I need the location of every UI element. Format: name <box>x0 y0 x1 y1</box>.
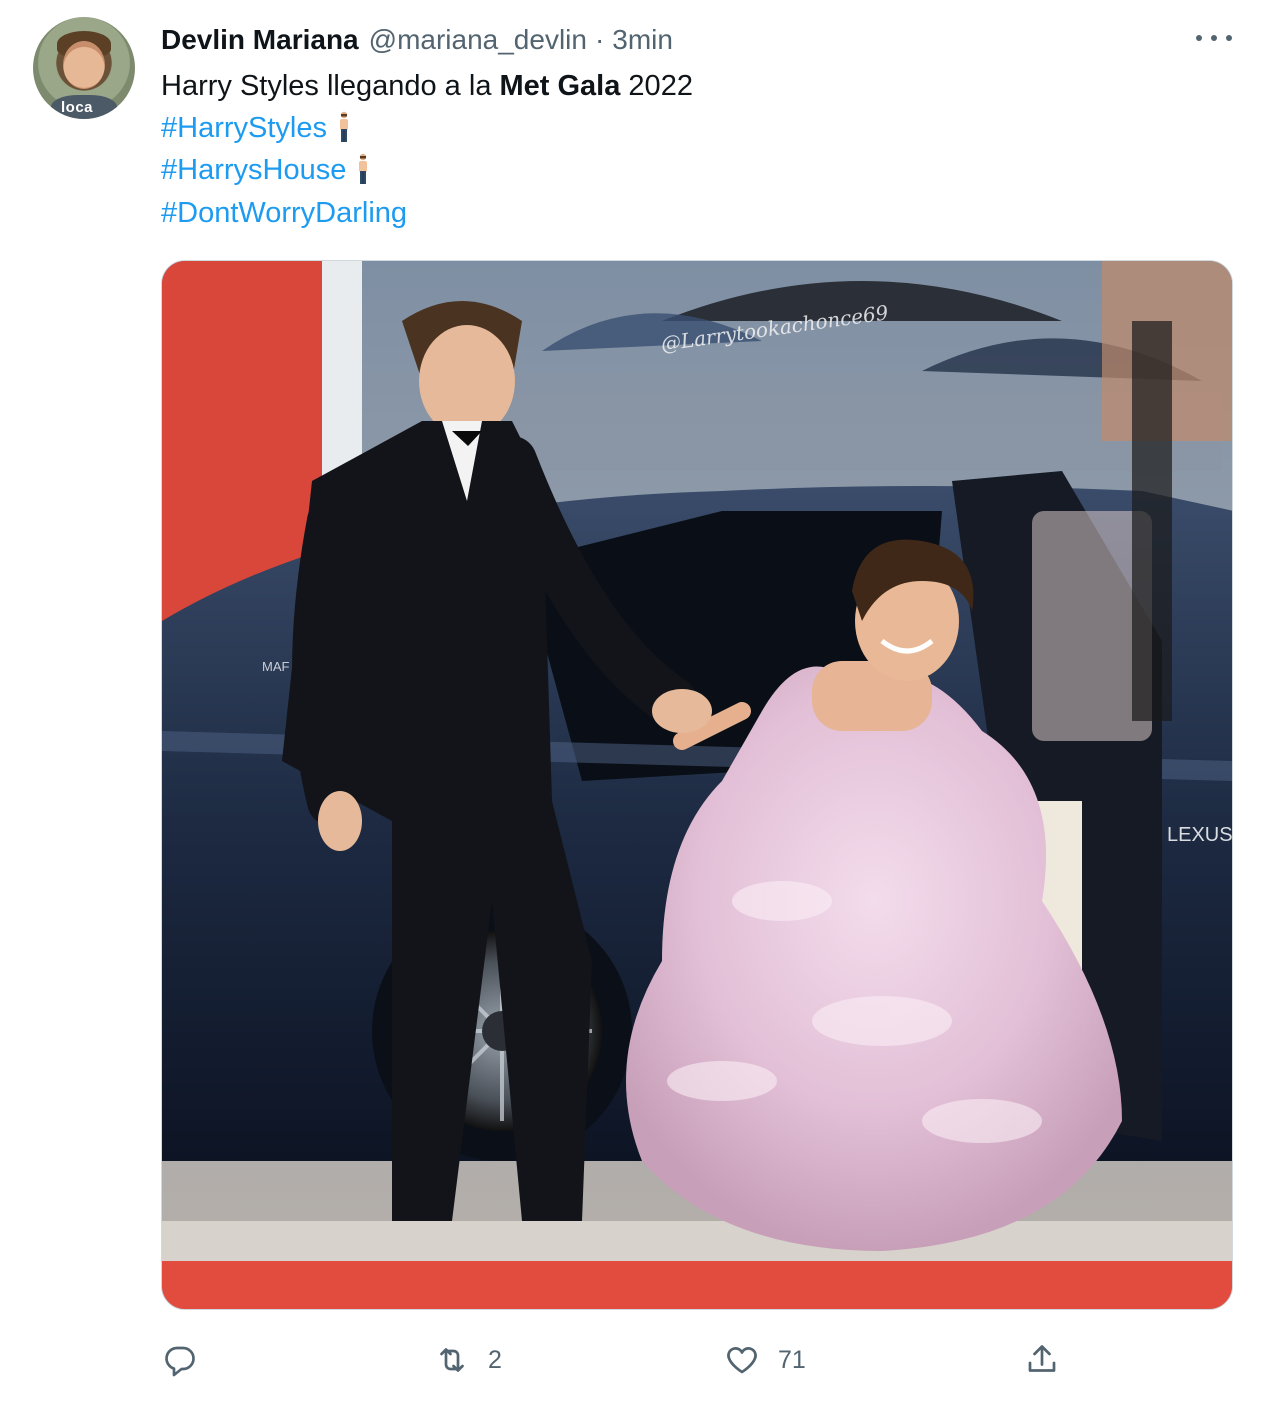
retweet-button[interactable]: 2 <box>434 1336 502 1384</box>
photo-illustration: LEXUS MAF @Larrytookachonce69 <box>162 261 1233 1309</box>
more-dot <box>1211 35 1217 41</box>
more-dot <box>1196 35 1202 41</box>
hashtag-line: #HarrysHouse <box>161 150 370 190</box>
retweet-count: 2 <box>488 1345 502 1374</box>
tweet-text-bold: Met Gala <box>499 70 621 102</box>
separator-dot: · <box>594 24 605 55</box>
share-icon <box>1028 1345 1056 1372</box>
car-brand-right: LEXUS <box>1167 824 1233 846</box>
author-handle[interactable]: @mariana_devlin <box>369 24 587 56</box>
hashtag-line: #DontWorryDarling <box>161 193 407 233</box>
hashtag-line: #HarryStyles <box>161 108 351 148</box>
author-name[interactable]: Devlin Mariana <box>161 24 359 56</box>
tweet-header: Devlin Mariana @mariana_devlin · 3min <box>161 22 673 58</box>
like-button[interactable]: 71 <box>724 1336 806 1384</box>
tweet-text-suffix: 2022 <box>620 70 693 102</box>
more-dot <box>1226 35 1232 41</box>
action-bar: 2 71 <box>0 1336 1280 1386</box>
share-button[interactable] <box>1024 1336 1078 1384</box>
car-brand-left: MAF <box>262 659 290 674</box>
tweet-card: loca Devlin Mariana @mariana_devlin · 3m… <box>0 0 1280 1407</box>
timestamp[interactable]: 3min <box>612 24 673 56</box>
heart-icon <box>727 1347 757 1374</box>
reply-icon <box>165 1346 195 1377</box>
hashtag-link[interactable]: #HarryStyles <box>161 112 327 144</box>
reply-button[interactable] <box>162 1336 216 1384</box>
more-options-icon[interactable] <box>1196 26 1232 50</box>
tweet-text-prefix: Harry Styles llegando a la <box>161 70 500 102</box>
avatar-face <box>63 41 105 89</box>
avatar[interactable]: loca <box>33 17 135 119</box>
avatar-label: loca <box>61 99 94 116</box>
hashtag-link[interactable]: #HarrysHouse <box>161 154 346 186</box>
like-count: 71 <box>778 1345 806 1374</box>
tweet-text: Harry Styles llegando a la Met Gala 2022 <box>161 66 693 106</box>
tweet-photo[interactable]: LEXUS MAF @Larrytookachonce69 <box>161 260 1233 1310</box>
hashtag-link[interactable]: #DontWorryDarling <box>161 197 407 229</box>
man-standing-emoji <box>337 111 351 143</box>
man-standing-emoji <box>356 153 370 185</box>
retweet-icon <box>440 1348 464 1372</box>
